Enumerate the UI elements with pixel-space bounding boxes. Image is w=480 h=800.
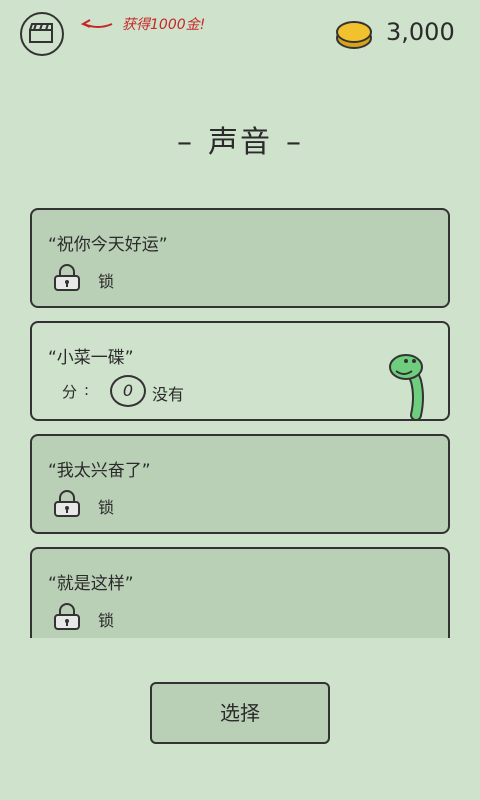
lock-icon	[54, 603, 80, 630]
score-badge: 0	[110, 375, 146, 407]
lock-label: 锁	[98, 498, 115, 517]
page-title: – 声音 –	[0, 117, 480, 161]
arrow-left-icon	[80, 19, 113, 28]
top-bar: 获得1000金! 3,000	[0, 0, 480, 70]
voice-list[interactable]: “祝你今天好运” 锁 “小菜一碟” 分 : 0 没有 “我太兴奋了” 锁 “就是…	[30, 208, 450, 638]
snake-icon	[389, 354, 424, 419]
coin-icon	[336, 21, 372, 49]
score-colon: :	[84, 381, 90, 399]
select-button[interactable]: 选择	[150, 682, 330, 744]
voice-title: “我太兴奋了”	[48, 461, 151, 481]
title-text: 声音	[208, 125, 272, 160]
clapperboard-button[interactable]	[20, 12, 64, 56]
clapperboard-icon	[29, 23, 53, 43]
lock-icon	[54, 490, 80, 517]
reward-text: 获得1000金!	[122, 17, 206, 33]
voice-card-so-excited[interactable]: “我太兴奋了” 锁	[30, 434, 450, 534]
score-label: 分	[62, 383, 78, 401]
voice-title: “祝你今天好运”	[48, 235, 168, 255]
score-status: 没有	[152, 385, 185, 404]
voice-card-thats-it[interactable]: “就是这样” 锁	[30, 547, 450, 638]
title-dash-right: –	[286, 125, 303, 160]
voice-title: “就是这样”	[48, 574, 134, 594]
voice-card-piece-of-cake[interactable]: “小菜一碟” 分 : 0 没有	[30, 321, 450, 421]
lock-label: 锁	[98, 611, 115, 630]
lock-icon	[54, 264, 80, 291]
voice-card-good-luck[interactable]: “祝你今天好运” 锁	[30, 208, 450, 308]
title-dash-left: –	[177, 125, 194, 160]
coin-count: 3,000	[386, 18, 455, 46]
voice-title: “小菜一碟”	[48, 348, 134, 368]
lock-label: 锁	[98, 272, 115, 291]
